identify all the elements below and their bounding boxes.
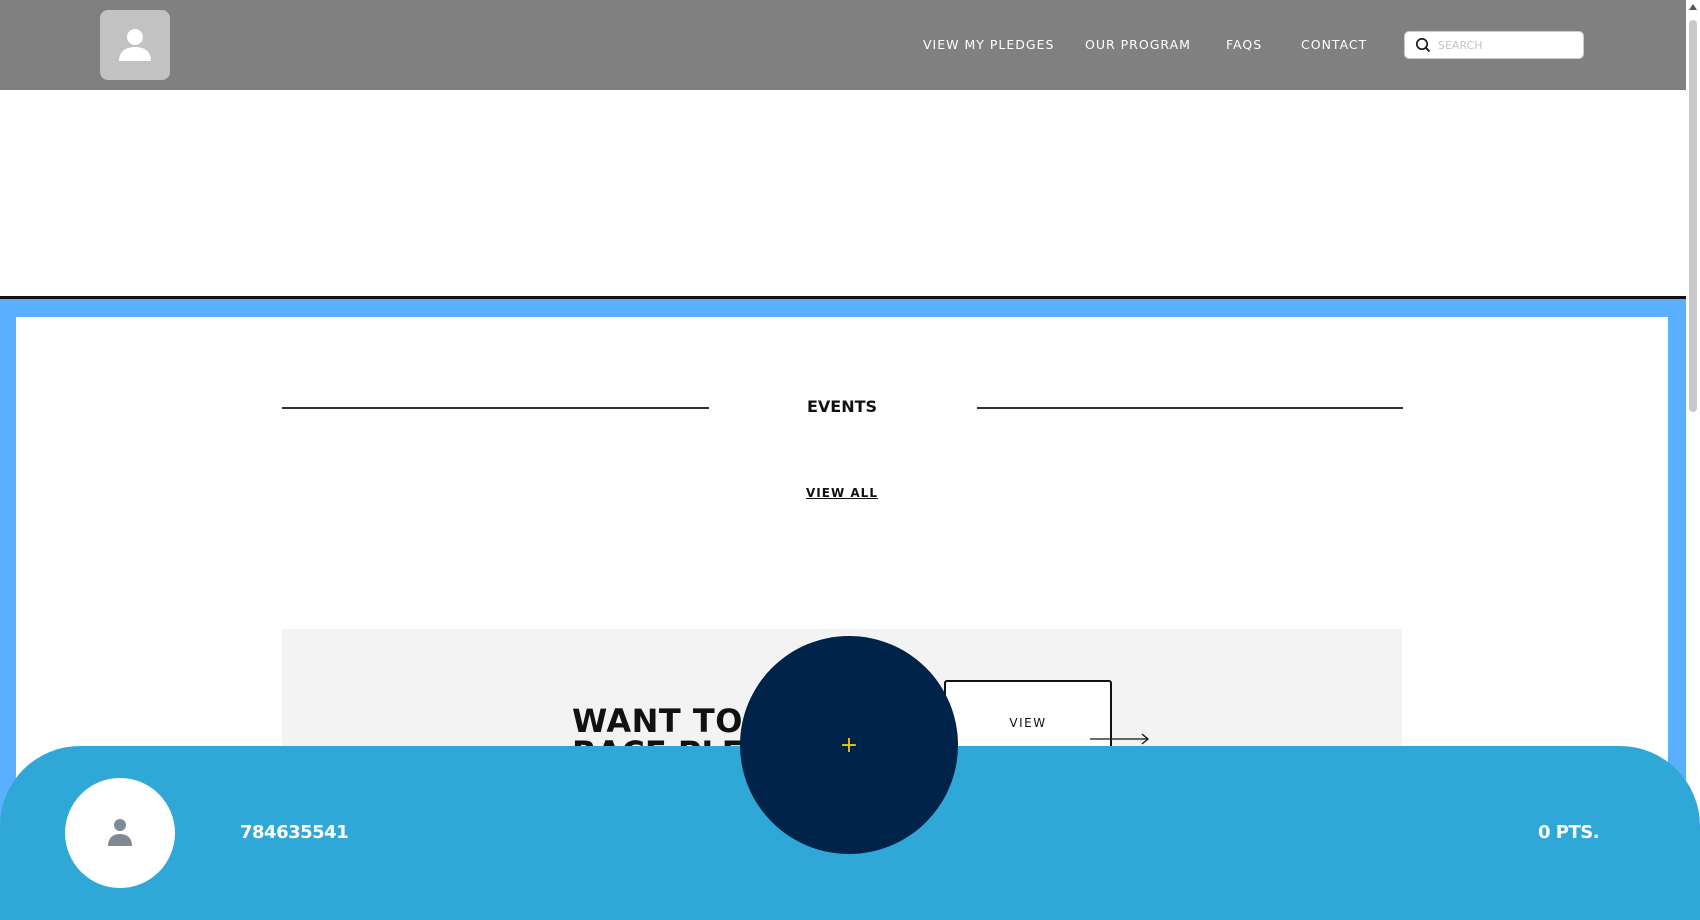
events-divider-right (977, 407, 1403, 409)
user-icon (108, 819, 132, 846)
scroll-thumb[interactable] (1689, 20, 1697, 412)
site-header: VIEW MY PLEDGES OUR PROGRAM FAQS CONTACT (0, 0, 1686, 90)
events-divider-left (282, 407, 709, 409)
page: VIEW MY PLEDGES OUR PROGRAM FAQS CONTACT… (0, 0, 1700, 920)
search-box[interactable] (1404, 31, 1584, 59)
logo[interactable] (100, 10, 170, 80)
nav-contact[interactable]: CONTACT (1301, 37, 1367, 52)
user-icon (119, 29, 151, 61)
search-input[interactable] (1438, 38, 1578, 52)
user-id: 784635541 (240, 822, 349, 843)
points-balance: 0 PTS. (1538, 822, 1600, 843)
nav-faqs[interactable]: FAQS (1226, 37, 1262, 52)
avatar[interactable] (65, 778, 175, 888)
arrow-right-icon (1090, 733, 1150, 745)
view-button-label: VIEW (1009, 716, 1047, 730)
nav-our-program[interactable]: OUR PROGRAM (1085, 37, 1191, 52)
scroll-up-arrow-icon[interactable] (1689, 4, 1697, 10)
add-pledge-button[interactable]: + (740, 636, 958, 854)
events-heading: EVENTS (806, 397, 878, 416)
plus-icon: + (839, 732, 859, 758)
view-all-link[interactable]: VIEW ALL (780, 486, 904, 500)
search-icon (1416, 38, 1431, 53)
scrollbar[interactable] (1686, 0, 1700, 920)
nav-view-my-pledges[interactable]: VIEW MY PLEDGES (923, 37, 1054, 52)
